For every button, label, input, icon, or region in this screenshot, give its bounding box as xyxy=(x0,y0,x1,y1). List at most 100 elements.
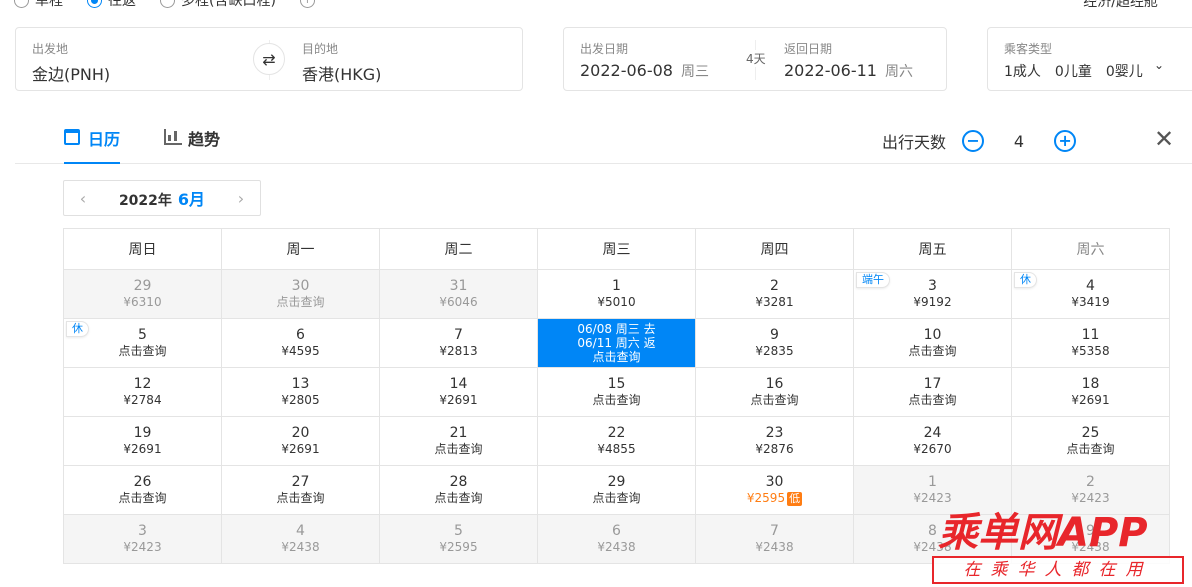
calendar-day[interactable]: 休 5 点击查询 xyxy=(63,318,222,368)
info-icon[interactable]: i xyxy=(299,0,315,8)
day-price: ¥2438 xyxy=(755,540,794,554)
calendar-icon xyxy=(64,129,80,145)
trip-option-multicity[interactable]: 多程(含缺口程) xyxy=(160,0,276,10)
day-number: 15 xyxy=(607,376,626,392)
calendar-day[interactable]: 23 ¥2876 xyxy=(695,416,854,466)
calendar-day-selected[interactable]: 06/08 周三 去 06/11 周六 返点击查询 xyxy=(537,318,696,368)
return-value[interactable]: 2022-06-11 周六 xyxy=(784,61,913,81)
calendar-day[interactable]: 29 ¥6310 xyxy=(63,269,222,319)
calendar-day[interactable]: 30 点击查询 xyxy=(221,269,380,319)
calendar-day[interactable]: 21 点击查询 xyxy=(379,416,538,466)
day-number: 7 xyxy=(770,523,779,539)
calendar-day[interactable]: 14 ¥2691 xyxy=(379,367,538,417)
calendar-day[interactable]: 7 ¥2438 xyxy=(695,514,854,564)
calendar-day[interactable]: 6 ¥4595 xyxy=(221,318,380,368)
trip-option-oneway[interactable]: 单程 xyxy=(14,0,63,10)
calendar-day[interactable]: 4 ¥2438 xyxy=(221,514,380,564)
depart-value[interactable]: 2022-06-08 周三 xyxy=(580,61,709,81)
tab-calendar[interactable]: 日历 xyxy=(64,126,121,164)
from-field[interactable]: 出发地 金边(PNH) xyxy=(32,40,110,85)
day-price-wrap: ¥2691 xyxy=(64,442,221,457)
passenger-box[interactable]: 乘客类型 1成人 0儿童 0婴儿 ⌄ xyxy=(987,27,1192,91)
depart-weekday: 周三 xyxy=(680,64,709,80)
day-price-wrap: 点击查询 xyxy=(222,295,379,310)
calendar-day[interactable]: 19 ¥2691 xyxy=(63,416,222,466)
day-price-wrap: ¥2805 xyxy=(222,393,379,408)
holiday-tag: 休 xyxy=(66,321,89,337)
day-number: 29 xyxy=(133,278,152,294)
radio-roundtrip[interactable] xyxy=(87,0,102,8)
day-price: ¥2438 xyxy=(281,540,320,554)
day-number: 22 xyxy=(607,425,626,441)
depart-date-field[interactable]: 出发日期 2022-06-08 周三 xyxy=(580,40,709,81)
calendar-day[interactable]: 休 4 ¥3419 xyxy=(1011,269,1170,319)
day-price: ¥2670 xyxy=(913,442,952,456)
calendar-day[interactable]: 6 ¥2438 xyxy=(537,514,696,564)
day-price: ¥2438 xyxy=(597,540,636,554)
from-value[interactable]: 金边(PNH) xyxy=(32,61,110,85)
calendar-day[interactable]: 端午 3 ¥9192 xyxy=(853,269,1012,319)
radio-multicity[interactable] xyxy=(160,0,175,8)
calendar-day[interactable]: 7 ¥2813 xyxy=(379,318,538,368)
chevron-right-icon[interactable]: › xyxy=(222,189,260,208)
to-field[interactable]: 目的地 香港(HKG) xyxy=(302,40,381,85)
calendar-day[interactable]: 31 ¥6046 xyxy=(379,269,538,319)
depart-label: 出发日期 xyxy=(580,42,629,56)
calendar-day[interactable]: 9 ¥2835 xyxy=(695,318,854,368)
close-icon[interactable]: ✕ xyxy=(1154,127,1174,151)
calendar-day[interactable]: 16 点击查询 xyxy=(695,367,854,417)
watermark: 乘单网APP 在乘华人都在用 xyxy=(932,500,1192,587)
calendar-day[interactable]: 15 点击查询 xyxy=(537,367,696,417)
calendar-day[interactable]: 28 点击查询 xyxy=(379,465,538,515)
return-date-field[interactable]: 返回日期 2022-06-11 周六 xyxy=(784,40,913,81)
day-price: 点击查询 xyxy=(276,491,325,505)
chevron-left-icon[interactable]: ‹ xyxy=(64,189,102,208)
day-price-wrap: ¥2595 xyxy=(380,540,537,555)
calendar-day[interactable]: 27 点击查询 xyxy=(221,465,380,515)
to-value[interactable]: 香港(HKG) xyxy=(302,61,381,85)
calendar-day[interactable]: 17 点击查询 xyxy=(853,367,1012,417)
trip-option-roundtrip[interactable]: 往返 xyxy=(87,0,136,10)
calendar-day[interactable]: 18 ¥2691 xyxy=(1011,367,1170,417)
to-label: 目的地 xyxy=(302,42,339,56)
day-number: 16 xyxy=(765,376,784,392)
calendar-day[interactable]: 24 ¥2670 xyxy=(853,416,1012,466)
tab-trend[interactable]: 趋势 xyxy=(164,126,220,164)
calendar-day[interactable]: 1 ¥5010 xyxy=(537,269,696,319)
calendar-day[interactable]: 2 ¥3281 xyxy=(695,269,854,319)
passenger-field[interactable]: 乘客类型 1成人 0儿童 0婴儿 xyxy=(1004,40,1143,81)
stay-days-label: 出行天数 xyxy=(882,133,947,152)
calendar-day[interactable]: 11 ¥5358 xyxy=(1011,318,1170,368)
calendar-day[interactable]: 30 ¥2595 低 xyxy=(695,465,854,515)
day-price-wrap: ¥2438 xyxy=(696,540,853,555)
calendar-day[interactable]: 26 点击查询 xyxy=(63,465,222,515)
chevron-down-icon[interactable]: ⌄ xyxy=(1154,58,1164,72)
return-date: 2022-06-11 xyxy=(784,61,877,80)
trip-days-badge: 4天 xyxy=(744,50,768,67)
calendar-day[interactable]: 29 点击查询 xyxy=(537,465,696,515)
radio-oneway[interactable] xyxy=(14,0,29,8)
day-price-wrap: ¥2595 低 xyxy=(696,491,853,506)
calendar-day[interactable]: 13 ¥2805 xyxy=(221,367,380,417)
calendar-day[interactable]: 10 点击查询 xyxy=(853,318,1012,368)
cabin-select[interactable]: 经济/超经舱 xyxy=(1083,0,1158,11)
day-price: ¥6046 xyxy=(439,295,478,309)
day-price-wrap: ¥2691 xyxy=(1012,393,1169,408)
day-price-wrap: 点击查询 xyxy=(696,393,853,408)
day-price: ¥2691 xyxy=(281,442,320,456)
calendar-day[interactable]: 12 ¥2784 xyxy=(63,367,222,417)
calendar-day[interactable]: 20 ¥2691 xyxy=(221,416,380,466)
swap-cities-button[interactable]: ⇄ xyxy=(253,43,285,75)
stay-days-control: 出行天数 − 4 + xyxy=(882,129,1077,153)
calendar-day[interactable]: 22 ¥4855 xyxy=(537,416,696,466)
calendar-day[interactable]: 3 ¥2423 xyxy=(63,514,222,564)
day-price: ¥5358 xyxy=(1071,344,1110,358)
calendar-day[interactable]: 5 ¥2595 xyxy=(379,514,538,564)
day-price: ¥2835 xyxy=(755,344,794,358)
day-price: 点击查询 xyxy=(908,344,957,358)
day-price: 点击查询 xyxy=(592,491,641,505)
minus-icon[interactable]: − xyxy=(962,130,985,152)
plus-icon[interactable]: + xyxy=(1054,130,1077,152)
calendar-day[interactable]: 25 点击查询 xyxy=(1011,416,1170,466)
day-price-wrap: ¥2691 xyxy=(380,393,537,408)
